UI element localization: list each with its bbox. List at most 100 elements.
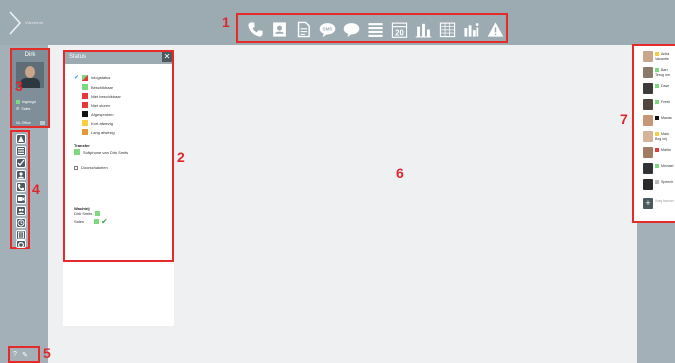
queue-user: Dirk Smits bbox=[74, 211, 93, 216]
bar-chart-icon[interactable] bbox=[415, 21, 432, 38]
plus-icon: + bbox=[643, 198, 653, 209]
contact-sub: Terug om bbox=[655, 73, 670, 77]
contact-status bbox=[655, 164, 659, 168]
document-icon[interactable] bbox=[295, 21, 312, 38]
side-icon-bar bbox=[10, 130, 30, 249]
logo-text: Voicemin bbox=[25, 20, 44, 25]
queue-user-indicator bbox=[95, 211, 101, 216]
user-queue-status: ✆ Sales bbox=[16, 106, 30, 111]
status-option-unavailable[interactable]: Niet beschikbaar bbox=[82, 93, 121, 99]
status-color-available bbox=[82, 84, 88, 90]
stats-icon[interactable] bbox=[463, 21, 480, 38]
user-icon[interactable] bbox=[16, 170, 26, 180]
contact-item[interactable]: Freek bbox=[643, 97, 675, 113]
contact-item[interactable]: Martin bbox=[643, 145, 675, 161]
contact-sub: Vacantie bbox=[655, 57, 669, 61]
add-contact-button[interactable]: + Voeg favoriet bbox=[643, 196, 675, 212]
contact-name: Mark bbox=[661, 132, 669, 136]
avatar bbox=[643, 115, 653, 126]
contact-item[interactable]: Dave bbox=[643, 81, 675, 97]
marker-user-card: 3 bbox=[15, 78, 23, 94]
status-color-short-away bbox=[82, 120, 88, 126]
phone-icon[interactable] bbox=[16, 182, 26, 192]
office-badge bbox=[40, 121, 45, 125]
contact-name: Anita bbox=[661, 52, 670, 56]
status-color-login bbox=[82, 74, 89, 81]
transfer-item-label: Softphone van Dirk Smits bbox=[83, 149, 129, 155]
status-color-dnd bbox=[82, 102, 88, 108]
help-button[interactable]: ? bbox=[13, 351, 17, 358]
contact-item[interactable]: Mark Bzg vrij bbox=[643, 129, 675, 145]
list-icon[interactable] bbox=[367, 21, 384, 38]
check-icon: ✔ bbox=[101, 217, 108, 226]
login-status-indicator bbox=[16, 100, 20, 104]
status-label-meeting: Afgesproken bbox=[91, 111, 114, 117]
transfer-status-color bbox=[74, 149, 80, 155]
avatar bbox=[643, 131, 653, 142]
avatar bbox=[643, 147, 653, 158]
avatar bbox=[643, 163, 653, 174]
contact-name: Freek bbox=[661, 100, 671, 104]
video-icon[interactable] bbox=[16, 194, 26, 204]
status-color-meeting bbox=[82, 111, 88, 117]
queue-name: Sales bbox=[74, 219, 85, 224]
contact-status bbox=[655, 132, 659, 136]
status-label-dnd: Niet storen bbox=[91, 102, 111, 108]
alert-icon[interactable] bbox=[16, 134, 26, 144]
transfer-option[interactable]: Softphone van Dirk Smits bbox=[74, 149, 128, 155]
contact-item[interactable]: Manas bbox=[643, 113, 675, 129]
queue-indicator bbox=[94, 219, 100, 224]
avatar bbox=[643, 179, 653, 190]
forward-checkbox[interactable] bbox=[74, 165, 78, 170]
status-label-short-away: Kort afwezig bbox=[91, 120, 114, 126]
status-option-meeting[interactable]: Afgesproken bbox=[82, 111, 113, 117]
contact-item[interactable]: Anita Vacantie bbox=[643, 49, 675, 65]
status-option-login[interactable]: ✔ Inlogstatus bbox=[74, 74, 110, 81]
phone-icon[interactable] bbox=[247, 21, 264, 38]
contact-status bbox=[655, 84, 659, 88]
grid-table-icon[interactable] bbox=[439, 21, 456, 38]
warning-icon[interactable] bbox=[487, 21, 504, 38]
status-panel-title: Status bbox=[69, 54, 87, 60]
status-option-short-away[interactable]: Kort afwezig bbox=[82, 120, 113, 126]
calendar-icon[interactable]: 20 bbox=[391, 21, 408, 38]
contact-item[interactable]: Bart Terug om bbox=[643, 65, 675, 81]
settings-icon[interactable] bbox=[16, 240, 26, 249]
avatar bbox=[643, 67, 653, 78]
status-option-long-away[interactable]: Lang afwezig bbox=[82, 129, 115, 135]
history-icon[interactable] bbox=[16, 218, 26, 228]
contact-name: Martin bbox=[661, 148, 671, 152]
contact-status bbox=[655, 148, 659, 152]
user-login-status: Ingelogd bbox=[16, 100, 36, 104]
logo-mark-icon bbox=[9, 11, 22, 35]
queue-line-2: Sales ✔ bbox=[74, 217, 108, 226]
close-icon[interactable]: ✕ bbox=[162, 52, 172, 62]
people-icon[interactable] bbox=[16, 206, 26, 216]
calendar-day: 20 bbox=[395, 29, 404, 38]
check-icon[interactable] bbox=[16, 158, 26, 168]
add-contact-label: Voeg favoriet bbox=[655, 199, 674, 203]
contact-status bbox=[655, 180, 659, 184]
chat-icon[interactable] bbox=[343, 21, 360, 38]
note-icon[interactable] bbox=[16, 230, 26, 240]
user-name: Dirk bbox=[24, 52, 36, 58]
marker-contacts: 7 bbox=[620, 111, 628, 127]
wrench-icon[interactable]: ✎ bbox=[22, 351, 28, 359]
status-panel-extension bbox=[63, 262, 174, 326]
forward-option[interactable]: Doorschakelen bbox=[74, 165, 108, 170]
contact-name: Manas bbox=[661, 116, 672, 120]
status-label-login: Inlogstatus bbox=[91, 75, 111, 80]
status-option-available[interactable]: Beschikbaar bbox=[82, 84, 113, 90]
main-toolbar: SMS 20 bbox=[236, 13, 508, 43]
queue-status-text: Sales bbox=[21, 106, 31, 111]
contact-item[interactable]: Michael bbox=[643, 161, 675, 177]
sms-icon[interactable]: SMS bbox=[319, 21, 336, 38]
app-logo: Voicemin bbox=[8, 10, 58, 36]
contact-card-icon[interactable] bbox=[271, 21, 288, 38]
status-option-dnd[interactable]: Niet storen bbox=[82, 102, 110, 108]
sms-icon-text: SMS bbox=[323, 27, 333, 32]
bottom-tools: ? ✎ bbox=[8, 346, 40, 363]
list-icon[interactable] bbox=[16, 146, 26, 156]
contact-item[interactable]: Speech bbox=[643, 177, 675, 193]
status-panel-header: Status ✕ bbox=[65, 52, 172, 64]
